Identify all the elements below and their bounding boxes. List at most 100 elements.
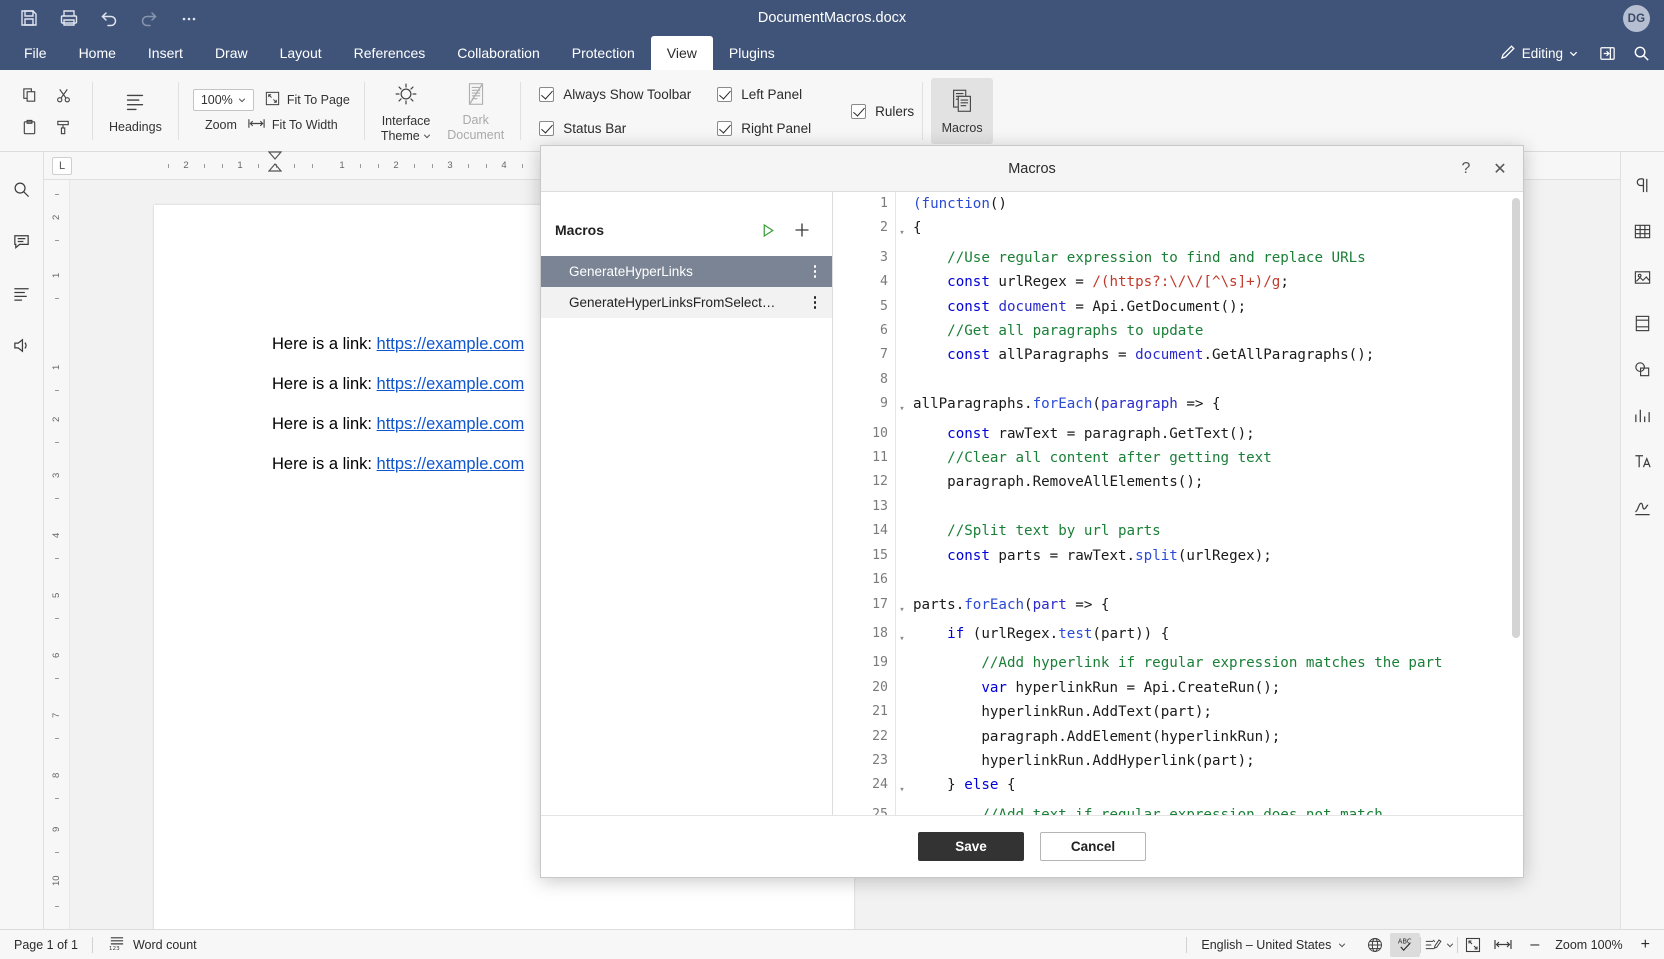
code-text[interactable]: //Clear all content after getting text (909, 446, 1523, 470)
zoom-level-label[interactable]: Zoom 100% (1551, 930, 1626, 959)
code-text[interactable]: var hyperlinkRun = Api.CreateRun(); (909, 676, 1523, 700)
paragraph-settings-icon[interactable] (1628, 170, 1658, 200)
code-text[interactable]: const urlRegex = /(https?:\/\/[^\s]+)/g; (909, 270, 1523, 294)
help-icon[interactable]: ? (1455, 158, 1477, 180)
code-editor[interactable]: 1 (function() 2 ▾{3 //Use regular expressio… (833, 192, 1523, 815)
fit-to-width-button[interactable]: Fit To Width (247, 116, 338, 134)
fit-to-page-button[interactable]: Fit To Page (264, 90, 350, 110)
code-text[interactable]: //Use regular expression to find and rep… (909, 246, 1523, 270)
macro-item-generatehyperlinksfromselection[interactable]: GenerateHyperLinksFromSelect… (541, 287, 832, 318)
code-text[interactable]: if (urlRegex.test(part)) { (909, 622, 1523, 646)
page-number-label[interactable]: Page 1 of 1 (0, 930, 92, 959)
search-icon[interactable] (1626, 40, 1656, 66)
signature-settings-icon[interactable] (1628, 492, 1658, 522)
cut-icon[interactable] (48, 80, 78, 110)
hyperlink[interactable]: https://example.com (377, 455, 525, 473)
tab-home[interactable]: Home (63, 36, 132, 70)
table-settings-icon[interactable] (1628, 216, 1658, 246)
macros-button[interactable]: Macros (931, 78, 994, 144)
code-text[interactable]: const document = Api.GetDocument(); (909, 295, 1523, 319)
vertical-ruler[interactable]: 2 1 1 2 3 4 5 6 7 8 9 10 (44, 180, 70, 929)
image-settings-icon[interactable] (1628, 262, 1658, 292)
more-icon[interactable] (170, 1, 208, 35)
code-text[interactable]: hyperlinkRun.AddHyperlink(part); (909, 749, 1523, 773)
code-text[interactable]: const parts = rawText.split(urlRegex); (909, 544, 1523, 568)
plus-icon[interactable] (790, 218, 814, 242)
more-options-icon[interactable] (806, 293, 824, 313)
hyperlink[interactable]: https://example.com (377, 335, 525, 353)
save-button[interactable]: Save (918, 832, 1024, 861)
header-footer-settings-icon[interactable] (1628, 308, 1658, 338)
comment-icon[interactable] (7, 226, 37, 256)
language-selector[interactable]: English – United States (1187, 930, 1360, 959)
code-editor-panel[interactable]: 1 (function() 2 ▾{3 //Use regular expressio… (833, 192, 1523, 815)
spell-check-icon[interactable]: ABC (1390, 932, 1421, 957)
ruler-corner-label[interactable]: L (52, 156, 72, 175)
word-count-button[interactable]: 123 Word count (93, 930, 211, 959)
tab-plugins[interactable]: Plugins (713, 36, 791, 70)
code-text[interactable]: //Add text if regular expression does no… (909, 803, 1523, 815)
more-options-icon[interactable] (806, 262, 824, 282)
editing-mode-button[interactable]: Editing (1490, 40, 1588, 66)
chart-settings-icon[interactable] (1628, 400, 1658, 430)
speech-icon[interactable] (7, 330, 37, 360)
tab-insert[interactable]: Insert (132, 36, 199, 70)
code-text[interactable]: parts.forEach(part => { (909, 593, 1523, 617)
tab-protection[interactable]: Protection (556, 36, 651, 70)
code-text[interactable]: } else { (909, 773, 1523, 797)
fold-toggle-icon[interactable]: ▾ (895, 593, 909, 622)
text-art-settings-icon[interactable] (1628, 446, 1658, 476)
headings-button[interactable]: Headings (101, 83, 170, 138)
code-text[interactable]: allParagraphs.forEach(paragraph => { (909, 392, 1523, 416)
code-text[interactable]: const allParagraphs = document.GetAllPar… (909, 343, 1523, 367)
paste-icon[interactable] (14, 112, 44, 142)
fold-toggle-icon[interactable]: ▾ (895, 773, 909, 802)
tab-file[interactable]: File (8, 36, 63, 70)
tab-view[interactable]: View (650, 36, 713, 70)
code-text[interactable] (909, 368, 1523, 392)
open-file-location-icon[interactable] (1592, 40, 1622, 66)
zoom-select[interactable]: 100% (192, 88, 254, 111)
checkbox-left-panel[interactable]: Left Panel (717, 86, 811, 102)
zoom-out-button[interactable]: – (1518, 930, 1551, 959)
save-icon[interactable] (10, 1, 48, 35)
hyperlink[interactable]: https://example.com (377, 415, 525, 433)
checkbox-always-show-toolbar[interactable]: Always Show Toolbar (539, 86, 691, 102)
code-text[interactable]: //Add hyperlink if regular expression ma… (909, 651, 1523, 675)
fit-to-page-icon[interactable] (1458, 933, 1488, 957)
code-text[interactable]: (function() (909, 192, 1523, 216)
code-text[interactable]: //Split text by url parts (909, 519, 1523, 543)
code-text[interactable] (909, 495, 1523, 519)
redo-icon[interactable] (130, 1, 168, 35)
copy-icon[interactable] (14, 80, 44, 110)
code-text[interactable] (909, 568, 1523, 592)
code-text[interactable]: const rawText = paragraph.GetText(); (909, 422, 1523, 446)
undo-icon[interactable] (90, 1, 128, 35)
tab-collaboration[interactable]: Collaboration (441, 36, 556, 70)
track-changes-icon[interactable] (1421, 933, 1457, 957)
shape-settings-icon[interactable] (1628, 354, 1658, 384)
fold-toggle-icon[interactable]: ▾ (895, 216, 909, 245)
macros-dialog[interactable]: Macros ? ✕ Macros GenerateHyperLinks Gen… (540, 145, 1524, 878)
tab-draw[interactable]: Draw (199, 36, 264, 70)
code-text[interactable]: //Get all paragraphs to update (909, 319, 1523, 343)
interface-theme-button[interactable]: Interface Theme (373, 75, 439, 147)
checkbox-status-bar[interactable]: Status Bar (539, 120, 691, 136)
code-text[interactable]: hyperlinkRun.AddText(part); (909, 700, 1523, 724)
cancel-button[interactable]: Cancel (1040, 832, 1146, 861)
fold-toggle-icon[interactable]: ▾ (895, 622, 909, 651)
navigation-icon[interactable] (7, 278, 37, 308)
search-icon[interactable] (7, 174, 37, 204)
checkbox-right-panel[interactable]: Right Panel (717, 120, 811, 136)
checkbox-rulers[interactable]: Rulers (851, 103, 914, 119)
code-text[interactable]: paragraph.AddElement(hyperlinkRun); (909, 725, 1523, 749)
copy-style-icon[interactable] (48, 112, 78, 142)
avatar[interactable]: DG (1623, 5, 1650, 32)
code-text[interactable]: paragraph.RemoveAllElements(); (909, 470, 1523, 494)
close-icon[interactable]: ✕ (1489, 158, 1511, 180)
macro-item-generatehyperlinks[interactable]: GenerateHyperLinks (541, 256, 832, 287)
print-icon[interactable] (50, 1, 88, 35)
dark-document-button[interactable]: Dark Document (439, 76, 512, 146)
play-icon[interactable] (756, 218, 780, 242)
fit-to-width-icon[interactable] (1488, 933, 1518, 957)
